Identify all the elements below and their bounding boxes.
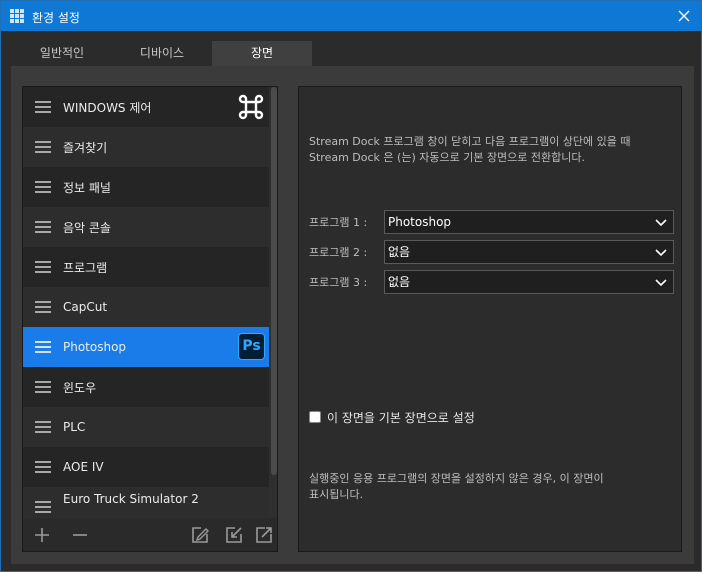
drag-handle-icon[interactable] (35, 101, 51, 113)
list-item[interactable]: Euro Truck Simulator 2 (23, 487, 269, 517)
drag-handle-icon[interactable] (35, 221, 51, 233)
list-item[interactable]: 음악 콘솔 (23, 207, 269, 247)
tab-device[interactable]: 디바이스 (112, 41, 212, 66)
program-1-value: Photoshop (388, 215, 452, 229)
scene-label: 즐겨찾기 (63, 140, 108, 155)
scene-list-toolbar (23, 518, 277, 551)
drag-handle-icon[interactable] (35, 341, 51, 353)
add-icon[interactable] (31, 524, 53, 546)
scene-label: CapCut (63, 300, 108, 314)
drag-handle-icon[interactable] (35, 261, 51, 273)
footnote-line: 실행중인 응용 프로그램의 장면을 설정하지 않은 경우, 이 장면이 (309, 472, 604, 485)
command-key-icon (238, 94, 264, 120)
chevron-down-icon (655, 219, 667, 227)
scene-settings-content: WINDOWS 제어 즐겨찾기 정보 패널 음악 콘솔 프로그램 CapCut … (11, 66, 694, 564)
preferences-window: 환경 설정 일반적인 디바이스 장면 WINDOWS 제어 즐겨찾기 정보 패널… (0, 0, 702, 572)
drag-handle-icon[interactable] (35, 461, 51, 473)
scene-list: WINDOWS 제어 즐겨찾기 정보 패널 음악 콘솔 프로그램 CapCut … (23, 87, 269, 517)
drag-handle-icon[interactable] (35, 421, 51, 433)
default-scene-option: 이 장면을 기본 장면으로 설정 (309, 409, 475, 425)
program-2-value: 없음 (388, 245, 411, 259)
close-icon[interactable] (675, 7, 693, 25)
scene-settings-panel: Stream Dock 프로그램 창이 닫히고 다음 프로그램이 상단에 있을 … (298, 86, 682, 552)
tab-bar: 일반적인 디바이스 장면 (1, 31, 701, 66)
list-item[interactable]: WINDOWS 제어 (23, 87, 269, 127)
default-scene-footnote: 실행중인 응용 프로그램의 장면을 설정하지 않은 경우, 이 장면이 표시됩니… (309, 471, 679, 503)
import-icon[interactable] (223, 524, 245, 546)
program-3-value: 없음 (388, 275, 411, 289)
scene-label: 프로그램 (63, 260, 108, 275)
export-icon[interactable] (253, 524, 275, 546)
scene-label: Euro Truck Simulator 2 (63, 492, 199, 506)
list-item-selected[interactable]: Photoshop Ps (23, 327, 269, 367)
program-2-row: 프로그램 2 : 없음 (309, 240, 679, 264)
scrollbar-thumb[interactable] (271, 87, 277, 475)
tab-general[interactable]: 일반적인 (12, 41, 112, 66)
program-3-select[interactable]: 없음 (384, 270, 674, 294)
drag-handle-icon[interactable] (35, 301, 51, 313)
drag-handle-icon[interactable] (35, 381, 51, 393)
list-item[interactable]: CapCut (23, 287, 269, 327)
auto-switch-description: Stream Dock 프로그램 창이 닫히고 다음 프로그램이 상단에 있을 … (309, 134, 679, 166)
drag-handle-icon[interactable] (35, 141, 51, 153)
description-line: Stream Dock 프로그램 창이 닫히고 다음 프로그램이 상단에 있을 … (309, 135, 631, 148)
scene-label: 음악 콘솔 (63, 220, 111, 235)
chevron-down-icon (655, 279, 667, 287)
remove-icon[interactable] (69, 524, 91, 546)
program-1-select[interactable]: Photoshop (384, 210, 674, 234)
scrollbar-track[interactable] (271, 475, 277, 517)
program-1-row: 프로그램 1 : Photoshop (309, 210, 679, 234)
edit-icon[interactable] (189, 524, 211, 546)
drag-handle-icon[interactable] (35, 181, 51, 193)
scene-label: 정보 패널 (63, 180, 111, 195)
tab-scene[interactable]: 장면 (212, 41, 312, 66)
program-3-row: 프로그램 3 : 없음 (309, 270, 679, 294)
default-scene-checkbox[interactable] (309, 411, 321, 423)
title-bar[interactable]: 환경 설정 (1, 1, 701, 31)
program-2-label: 프로그램 2 : (309, 246, 368, 259)
list-item[interactable]: AOE IV (23, 447, 269, 487)
list-item[interactable]: 즐겨찾기 (23, 127, 269, 167)
list-item[interactable]: PLC (23, 407, 269, 447)
photoshop-icon: Ps (238, 333, 265, 360)
scene-label: 윈도우 (63, 380, 97, 395)
scene-label: WINDOWS 제어 (63, 100, 152, 115)
list-item[interactable]: 프로그램 (23, 247, 269, 287)
chevron-down-icon (655, 249, 667, 257)
description-line: Stream Dock 은 (는) 자동으로 기본 장면으로 전환합니다. (309, 151, 586, 164)
app-grid-icon (10, 9, 24, 23)
list-item[interactable]: 정보 패널 (23, 167, 269, 207)
window-title: 환경 설정 (32, 11, 80, 25)
scene-label: PLC (63, 420, 86, 434)
scene-label: Photoshop (63, 340, 127, 354)
scene-list-panel: WINDOWS 제어 즐겨찾기 정보 패널 음악 콘솔 프로그램 CapCut … (22, 86, 278, 552)
footnote-line: 표시됩니다. (309, 488, 364, 501)
program-3-label: 프로그램 3 : (309, 276, 368, 289)
program-1-label: 프로그램 1 : (309, 216, 368, 229)
drag-handle-icon[interactable] (35, 501, 51, 513)
scene-label: AOE IV (63, 460, 104, 474)
program-2-select[interactable]: 없음 (384, 240, 674, 264)
list-item[interactable]: 윈도우 (23, 367, 269, 407)
default-scene-checkbox-label[interactable]: 이 장면을 기본 장면으로 설정 (327, 409, 475, 426)
